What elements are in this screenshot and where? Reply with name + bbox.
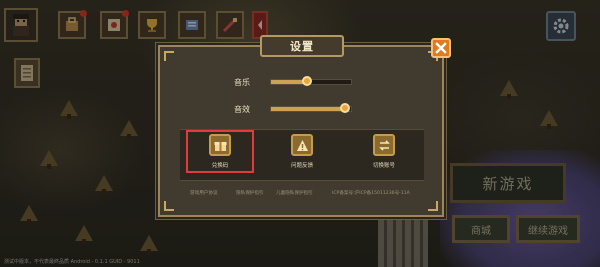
- music-row: 音乐: [234, 75, 352, 89]
- redeem-code-button[interactable]: 兑换码: [186, 130, 254, 173]
- redeem-code-label: 兑换码: [211, 163, 229, 169]
- user-agreement-link[interactable]: 游戏用户协议: [190, 190, 218, 196]
- settings-dialog: 设置 音乐 音效 兑换码 问题反馈 切换账号 游戏用户协议 隐私保护指引 儿童隐…: [158, 35, 451, 217]
- sfx-slider[interactable]: [270, 103, 352, 113]
- music-slider-handle[interactable]: [302, 76, 312, 86]
- sfx-slider-handle[interactable]: [339, 103, 350, 113]
- dialog-title-plate: 设置: [260, 35, 344, 57]
- close-icon: [435, 42, 447, 54]
- sfx-label: 音效: [234, 104, 250, 114]
- music-label: 音乐: [234, 77, 250, 87]
- switch-account-button[interactable]: 切换账号: [354, 134, 414, 169]
- icp-record-text: ICP备案号:沪ICP备15011236号-11A: [332, 191, 410, 196]
- music-slider[interactable]: [270, 76, 352, 86]
- legal-links: 游戏用户协议 隐私保护指引 儿童隐私保护指引 ICP备案号:沪ICP备15011…: [160, 190, 442, 200]
- warning-icon: [291, 134, 313, 156]
- feedback-button[interactable]: 问题反馈: [272, 134, 332, 169]
- gift-icon: [209, 134, 231, 156]
- corner-ornament: [428, 201, 438, 211]
- feedback-label: 问题反馈: [290, 163, 313, 169]
- switch-account-icon: [373, 134, 395, 156]
- account-actions-panel: 兑换码 问题反馈 切换账号: [180, 129, 424, 181]
- corner-ornament: [164, 201, 174, 211]
- switch-account-label: 切换账号: [372, 163, 395, 169]
- privacy-guide-link[interactable]: 隐私保护指引: [236, 190, 264, 196]
- sfx-row: 音效: [234, 102, 352, 116]
- corner-ornament: [164, 51, 174, 61]
- child-privacy-link[interactable]: 儿童隐私保护指引: [276, 190, 313, 196]
- sfx-slider-fill: [271, 107, 345, 111]
- close-button[interactable]: [431, 38, 451, 58]
- dialog-title: 设置: [290, 40, 314, 53]
